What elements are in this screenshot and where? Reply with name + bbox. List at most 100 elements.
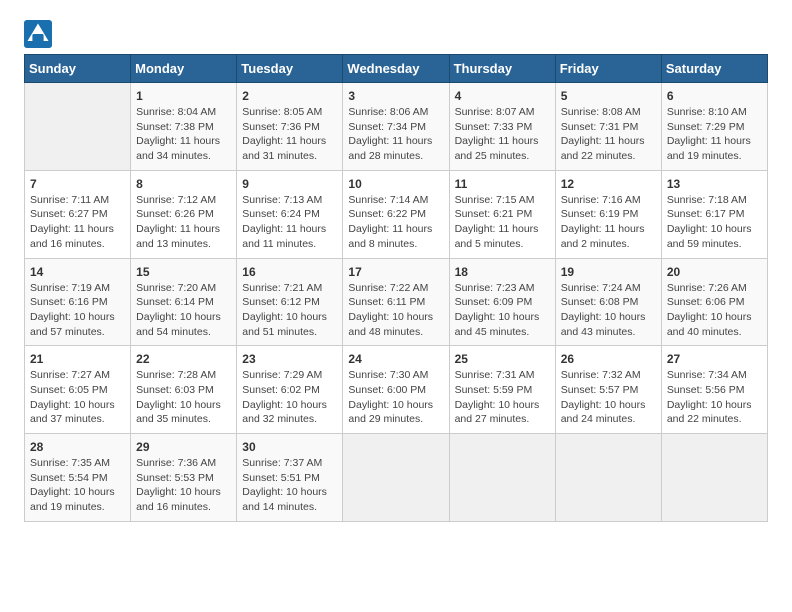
calendar-cell: 30 Sunrise: 7:37 AMSunset: 5:51 PMDayligh…: [237, 434, 343, 522]
day-number: 11: [455, 177, 550, 191]
calendar-cell: 16 Sunrise: 7:21 AMSunset: 6:12 PMDayligh…: [237, 258, 343, 346]
day-number: 2: [242, 89, 337, 103]
day-number: 21: [30, 352, 125, 366]
calendar-week-row: 7 Sunrise: 7:11 AMSunset: 6:27 PMDaylight…: [25, 170, 768, 258]
day-info: Sunrise: 8:06 AMSunset: 7:34 PMDaylight:…: [348, 105, 443, 164]
day-number: 3: [348, 89, 443, 103]
calendar-cell: 1Sunrise: 8:04 AMSunset: 7:38 PMDaylight…: [131, 83, 237, 171]
weekday-header: Sunday: [25, 55, 131, 83]
day-number: 22: [136, 352, 231, 366]
header: [24, 20, 768, 48]
calendar-cell: 27 Sunrise: 7:34 AMSunset: 5:56 PMDayligh…: [661, 346, 767, 434]
day-info: Sunrise: 7:24 AMSunset: 6:08 PMDaylight:…: [561, 281, 656, 340]
day-number: 28: [30, 440, 125, 454]
day-number: 9: [242, 177, 337, 191]
logo: [24, 20, 56, 48]
calendar-week-row: 21 Sunrise: 7:27 AMSunset: 6:05 PMDayligh…: [25, 346, 768, 434]
weekday-row: SundayMondayTuesdayWednesdayThursdayFrid…: [25, 55, 768, 83]
day-number: 14: [30, 265, 125, 279]
day-number: 16: [242, 265, 337, 279]
calendar-cell: 2 Sunrise: 8:05 AMSunset: 7:36 PMDaylight…: [237, 83, 343, 171]
calendar-cell: 4 Sunrise: 8:07 AMSunset: 7:33 PMDaylight…: [449, 83, 555, 171]
day-number: 27: [667, 352, 762, 366]
calendar-cell: 8 Sunrise: 7:12 AMSunset: 6:26 PMDaylight…: [131, 170, 237, 258]
calendar-cell: 15 Sunrise: 7:20 AMSunset: 6:14 PMDayligh…: [131, 258, 237, 346]
calendar-cell: [555, 434, 661, 522]
weekday-header: Thursday: [449, 55, 555, 83]
calendar-cell: [25, 83, 131, 171]
day-number: 29: [136, 440, 231, 454]
calendar-cell: 18Sunrise: 7:23 AMSunset: 6:09 PMDayligh…: [449, 258, 555, 346]
day-info: Sunrise: 8:04 AMSunset: 7:38 PMDaylight:…: [136, 105, 231, 164]
day-number: 25: [455, 352, 550, 366]
calendar-cell: 17 Sunrise: 7:22 AMSunset: 6:11 PMDayligh…: [343, 258, 449, 346]
day-info: Sunrise: 7:34 AMSunset: 5:56 PMDaylight:…: [667, 368, 762, 427]
day-number: 26: [561, 352, 656, 366]
day-number: 7: [30, 177, 125, 191]
logo-icon: [24, 20, 52, 48]
day-info: Sunrise: 7:31 AMSunset: 5:59 PMDaylight:…: [455, 368, 550, 427]
day-info: Sunrise: 7:26 AMSunset: 6:06 PMDaylight:…: [667, 281, 762, 340]
calendar-header: SundayMondayTuesdayWednesdayThursdayFrid…: [25, 55, 768, 83]
day-info: Sunrise: 8:05 AMSunset: 7:36 PMDaylight:…: [242, 105, 337, 164]
day-info: Sunrise: 7:23 AMSunset: 6:09 PMDaylight:…: [455, 281, 550, 340]
day-info: Sunrise: 8:10 AMSunset: 7:29 PMDaylight:…: [667, 105, 762, 164]
calendar-cell: 3 Sunrise: 8:06 AMSunset: 7:34 PMDaylight…: [343, 83, 449, 171]
calendar-week-row: 14 Sunrise: 7:19 AMSunset: 6:16 PMDayligh…: [25, 258, 768, 346]
day-info: Sunrise: 7:21 AMSunset: 6:12 PMDaylight:…: [242, 281, 337, 340]
day-number: 30: [242, 440, 337, 454]
calendar-cell: 7 Sunrise: 7:11 AMSunset: 6:27 PMDaylight…: [25, 170, 131, 258]
calendar-cell: 11 Sunrise: 7:15 AMSunset: 6:21 PMDayligh…: [449, 170, 555, 258]
day-number: 17: [348, 265, 443, 279]
calendar-cell: 26 Sunrise: 7:32 AMSunset: 5:57 PMDayligh…: [555, 346, 661, 434]
day-info: Sunrise: 7:32 AMSunset: 5:57 PMDaylight:…: [561, 368, 656, 427]
day-info: Sunrise: 7:15 AMSunset: 6:21 PMDaylight:…: [455, 193, 550, 252]
day-number: 5: [561, 89, 656, 103]
weekday-header: Saturday: [661, 55, 767, 83]
day-info: Sunrise: 7:20 AMSunset: 6:14 PMDaylight:…: [136, 281, 231, 340]
day-info: Sunrise: 7:27 AMSunset: 6:05 PMDaylight:…: [30, 368, 125, 427]
calendar-cell: 25 Sunrise: 7:31 AMSunset: 5:59 PMDayligh…: [449, 346, 555, 434]
calendar-cell: 9 Sunrise: 7:13 AMSunset: 6:24 PMDaylight…: [237, 170, 343, 258]
calendar-cell: 12 Sunrise: 7:16 AMSunset: 6:19 PMDayligh…: [555, 170, 661, 258]
calendar-cell: 29 Sunrise: 7:36 AMSunset: 5:53 PMDayligh…: [131, 434, 237, 522]
day-info: Sunrise: 7:37 AMSunset: 5:51 PMDaylight:…: [242, 456, 337, 515]
day-info: Sunrise: 7:19 AMSunset: 6:16 PMDaylight:…: [30, 281, 125, 340]
day-number: 8: [136, 177, 231, 191]
weekday-header: Friday: [555, 55, 661, 83]
calendar-table: SundayMondayTuesdayWednesdayThursdayFrid…: [24, 54, 768, 522]
day-info: Sunrise: 7:36 AMSunset: 5:53 PMDaylight:…: [136, 456, 231, 515]
calendar-cell: 14 Sunrise: 7:19 AMSunset: 6:16 PMDayligh…: [25, 258, 131, 346]
day-number: 15: [136, 265, 231, 279]
day-number: 4: [455, 89, 550, 103]
calendar-cell: [661, 434, 767, 522]
day-info: Sunrise: 8:08 AMSunset: 7:31 PMDaylight:…: [561, 105, 656, 164]
day-number: 19: [561, 265, 656, 279]
calendar-cell: 24 Sunrise: 7:30 AMSunset: 6:00 PMDayligh…: [343, 346, 449, 434]
day-number: 10: [348, 177, 443, 191]
weekday-header: Wednesday: [343, 55, 449, 83]
calendar-cell: 13Sunrise: 7:18 AMSunset: 6:17 PMDayligh…: [661, 170, 767, 258]
calendar-cell: 20Sunrise: 7:26 AMSunset: 6:06 PMDayligh…: [661, 258, 767, 346]
day-info: Sunrise: 7:22 AMSunset: 6:11 PMDaylight:…: [348, 281, 443, 340]
day-info: Sunrise: 7:16 AMSunset: 6:19 PMDaylight:…: [561, 193, 656, 252]
calendar-week-row: 1Sunrise: 8:04 AMSunset: 7:38 PMDaylight…: [25, 83, 768, 171]
day-info: Sunrise: 7:35 AMSunset: 5:54 PMDaylight:…: [30, 456, 125, 515]
day-number: 24: [348, 352, 443, 366]
day-info: Sunrise: 7:30 AMSunset: 6:00 PMDaylight:…: [348, 368, 443, 427]
day-info: Sunrise: 7:11 AMSunset: 6:27 PMDaylight:…: [30, 193, 125, 252]
day-info: Sunrise: 7:28 AMSunset: 6:03 PMDaylight:…: [136, 368, 231, 427]
day-info: Sunrise: 7:13 AMSunset: 6:24 PMDaylight:…: [242, 193, 337, 252]
calendar-cell: 19 Sunrise: 7:24 AMSunset: 6:08 PMDayligh…: [555, 258, 661, 346]
calendar-cell: 28 Sunrise: 7:35 AMSunset: 5:54 PMDayligh…: [25, 434, 131, 522]
day-info: Sunrise: 7:29 AMSunset: 6:02 PMDaylight:…: [242, 368, 337, 427]
weekday-header: Tuesday: [237, 55, 343, 83]
day-info: Sunrise: 8:07 AMSunset: 7:33 PMDaylight:…: [455, 105, 550, 164]
day-number: 23: [242, 352, 337, 366]
day-info: Sunrise: 7:18 AMSunset: 6:17 PMDaylight:…: [667, 193, 762, 252]
day-info: Sunrise: 7:12 AMSunset: 6:26 PMDaylight:…: [136, 193, 231, 252]
calendar-cell: [449, 434, 555, 522]
day-number: 6: [667, 89, 762, 103]
day-number: 12: [561, 177, 656, 191]
day-info: Sunrise: 7:14 AMSunset: 6:22 PMDaylight:…: [348, 193, 443, 252]
